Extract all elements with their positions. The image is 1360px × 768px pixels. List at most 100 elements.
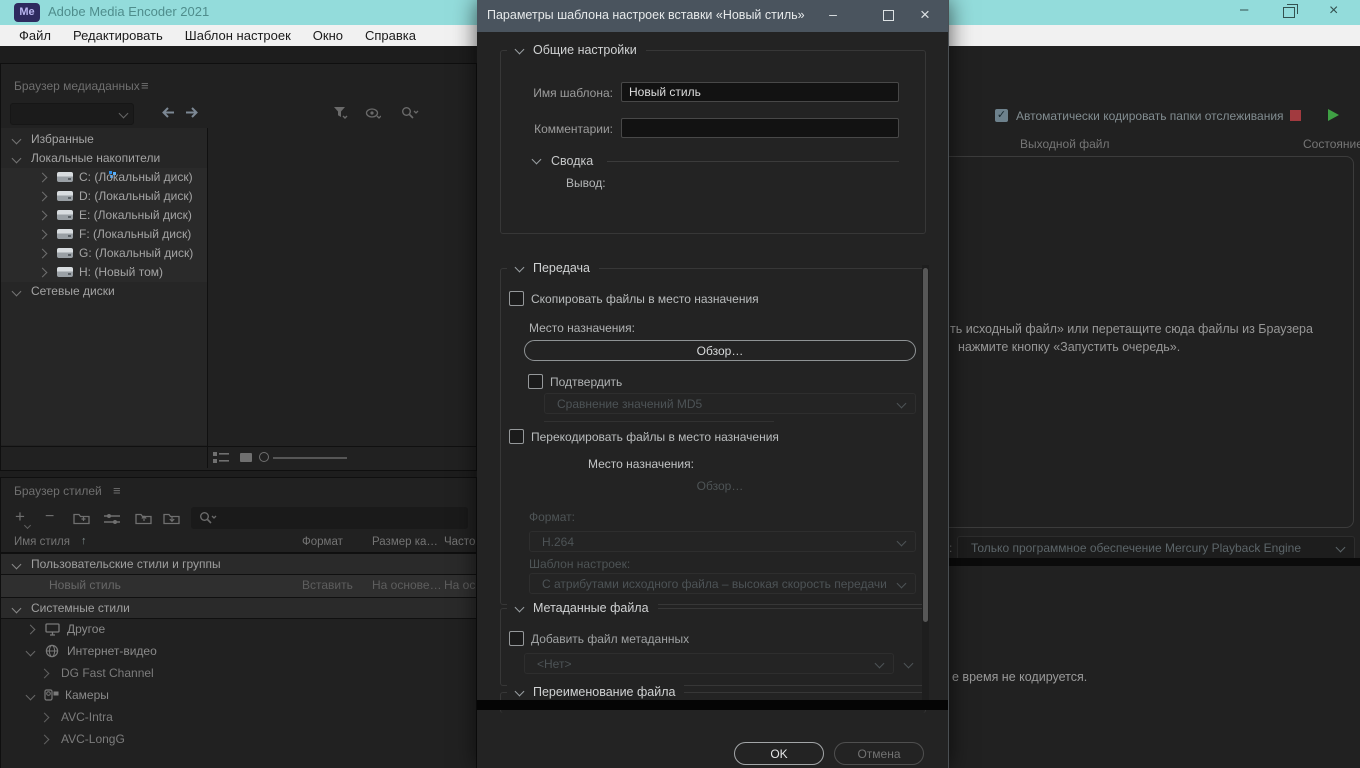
chevron-right-icon	[37, 210, 48, 221]
zoom-slider-knob[interactable]	[259, 452, 269, 462]
search-icon[interactable]	[401, 106, 419, 120]
tree-item-favorites[interactable]: Избранные	[1, 130, 207, 149]
tree-item-drive-g[interactable]: G: (Локальный диск)	[1, 244, 207, 263]
app-logo-icon: Me	[14, 3, 40, 22]
start-queue-button[interactable]	[1328, 109, 1339, 121]
browse-button[interactable]: Обзор…	[524, 340, 916, 361]
menu-help[interactable]: Справка	[354, 28, 427, 43]
preset-category-web-video[interactable]: Интернет-видео	[1, 641, 476, 663]
preset-subgroup-avc-intra[interactable]: AVC-Intra	[1, 707, 476, 729]
ok-button[interactable]: OK	[734, 742, 824, 765]
tree-item-network-drives[interactable]: Сетевые диски	[1, 282, 207, 301]
comments-input[interactable]	[621, 118, 899, 138]
verify-checkbox[interactable]	[528, 374, 543, 389]
forward-arrow-icon[interactable]	[184, 106, 199, 119]
restore-button-back	[1287, 4, 1298, 14]
preset-subgroup-dg-fast-channel[interactable]: DG Fast Channel	[1, 663, 476, 685]
sort-up-icon[interactable]: ↑	[81, 535, 87, 547]
file-metadata-header[interactable]: Метаданные файла	[507, 600, 658, 616]
menu-window[interactable]: Окно	[302, 28, 354, 43]
add-metadata-checkbox[interactable]	[509, 631, 524, 646]
preset-row-new-style[interactable]: Новый стиль Вставить На основе… На ос…	[1, 575, 487, 597]
panel-menu-icon[interactable]: ≡	[141, 78, 149, 93]
destination-label: Место назначения:	[529, 321, 635, 335]
file-rename-header[interactable]: Переименование файла	[507, 684, 685, 700]
preset-category-cameras[interactable]: Камеры	[1, 685, 476, 707]
app-screen: Me Adobe Media Encoder 2021 – × Файл Ред…	[0, 0, 1360, 768]
tree-item-drive-f[interactable]: F: (Локальный диск)	[1, 225, 207, 244]
import-preset-folder-icon[interactable]	[135, 512, 153, 525]
panel-menu-icon[interactable]: ≡	[113, 483, 121, 498]
summary-header[interactable]: Сводка	[551, 154, 593, 168]
general-settings-group: Общие настройки Имя шаблона: Комментарии…	[500, 42, 926, 234]
preset-name-label: Имя шаблона:	[533, 86, 613, 100]
copy-files-checkbox[interactable]	[509, 291, 524, 306]
cancel-button[interactable]: Отмена	[834, 742, 924, 765]
tree-item-drive-d[interactable]: D: (Локальный диск)	[1, 187, 207, 206]
preset-settings-icon[interactable]	[103, 513, 121, 525]
transfer-header[interactable]: Передача	[507, 260, 600, 276]
browse2-button[interactable]: Обзор…	[524, 479, 916, 493]
tree-item-drive-e[interactable]: E: (Локальный диск)	[1, 206, 207, 225]
preset-group-system[interactable]: Системные стили	[1, 597, 476, 619]
display-settings-eye-icon[interactable]	[365, 108, 381, 119]
preset-browser-title: Браузер стилей	[14, 484, 102, 498]
column-format[interactable]: Формат	[302, 536, 343, 548]
dialog-scrollbar-thumb[interactable]	[923, 268, 928, 622]
column-preset-name[interactable]: Имя стиля	[14, 536, 70, 548]
close-button[interactable]: ×	[1329, 2, 1338, 20]
preset-group-user[interactable]: Пользовательские стили и группы	[1, 553, 476, 575]
zoom-slider-track[interactable]	[273, 457, 347, 459]
remove-preset-button[interactable]: −	[45, 508, 54, 526]
dialog-close-button[interactable]: ×	[902, 0, 948, 32]
encoding-status-text: е время не кодируется.	[952, 670, 1088, 684]
verify-method-dropdown[interactable]: Сравнение значений MD5	[544, 393, 916, 414]
menu-file[interactable]: Файл	[8, 28, 62, 43]
preset-search-field[interactable]	[191, 507, 468, 529]
chevron-down-icon	[514, 602, 525, 612]
drive-icon	[57, 210, 73, 220]
transcode-files-checkbox[interactable]	[509, 429, 524, 444]
media-path-combobox[interactable]	[10, 103, 134, 125]
verify-rule	[544, 421, 774, 422]
new-group-folder-icon[interactable]	[73, 512, 91, 525]
add-metadata-label: Добавить файл метаданных	[531, 632, 690, 646]
metadata-extra-chevron-icon[interactable]	[903, 658, 914, 669]
chevron-right-icon	[39, 668, 50, 679]
renderer-value: Только программное обеспечение Mercury P…	[971, 541, 1302, 555]
tree-item-local-drives[interactable]: Локальные накопители	[1, 149, 207, 168]
dialog-minimize-button[interactable]: –	[810, 0, 856, 32]
file-metadata-group: Метаданные файла Добавить файл метаданны…	[500, 600, 926, 686]
auto-encode-checkbox[interactable]: ✓	[995, 109, 1008, 122]
chevron-down-icon	[11, 286, 22, 297]
add-preset-chevron-icon[interactable]	[23, 521, 32, 530]
metadata-form-dropdown[interactable]: <Нет>	[524, 653, 894, 674]
list-view-icon[interactable]	[212, 451, 230, 464]
renderer-dropdown[interactable]: Только программное обеспечение Mercury P…	[957, 536, 1355, 560]
tree-item-drive-h[interactable]: H: (Новый том)	[1, 263, 207, 282]
column-frame-size[interactable]: Размер ка…	[372, 536, 438, 548]
filter-funnel-icon[interactable]	[333, 106, 349, 120]
chevron-down-icon	[896, 536, 907, 547]
dialog-footer-separator	[477, 700, 948, 710]
menu-edit[interactable]: Редактировать	[62, 28, 174, 43]
general-settings-header[interactable]: Общие настройки	[507, 42, 646, 58]
thumbnail-view-icon[interactable]	[239, 452, 253, 463]
tree-item-drive-c[interactable]: C: (Локальный диск)	[1, 168, 207, 187]
preset-category-other[interactable]: Другое	[1, 619, 476, 641]
summary-rule	[607, 161, 899, 162]
minimize-button[interactable]: –	[1240, 1, 1248, 18]
chevron-right-icon	[37, 229, 48, 240]
add-preset-button[interactable]: +	[15, 507, 25, 527]
export-preset-folder-icon[interactable]	[163, 512, 181, 525]
preset-name-input[interactable]	[621, 82, 899, 102]
stop-queue-button[interactable]	[1290, 110, 1301, 121]
chevron-down-icon	[514, 44, 525, 54]
format-dropdown[interactable]: H.264	[529, 531, 916, 552]
menu-preset[interactable]: Шаблон настроек	[174, 28, 302, 43]
back-arrow-icon[interactable]	[161, 106, 176, 119]
transcode-preset-dropdown[interactable]: С атрибутами исходного файла – высокая с…	[529, 573, 916, 594]
preset-subgroup-avc-longg[interactable]: AVC-LongG	[1, 729, 476, 751]
dialog-titlebar: Параметры шаблона настроек вставки «Новы…	[477, 0, 948, 32]
chevron-down-icon	[896, 578, 907, 589]
